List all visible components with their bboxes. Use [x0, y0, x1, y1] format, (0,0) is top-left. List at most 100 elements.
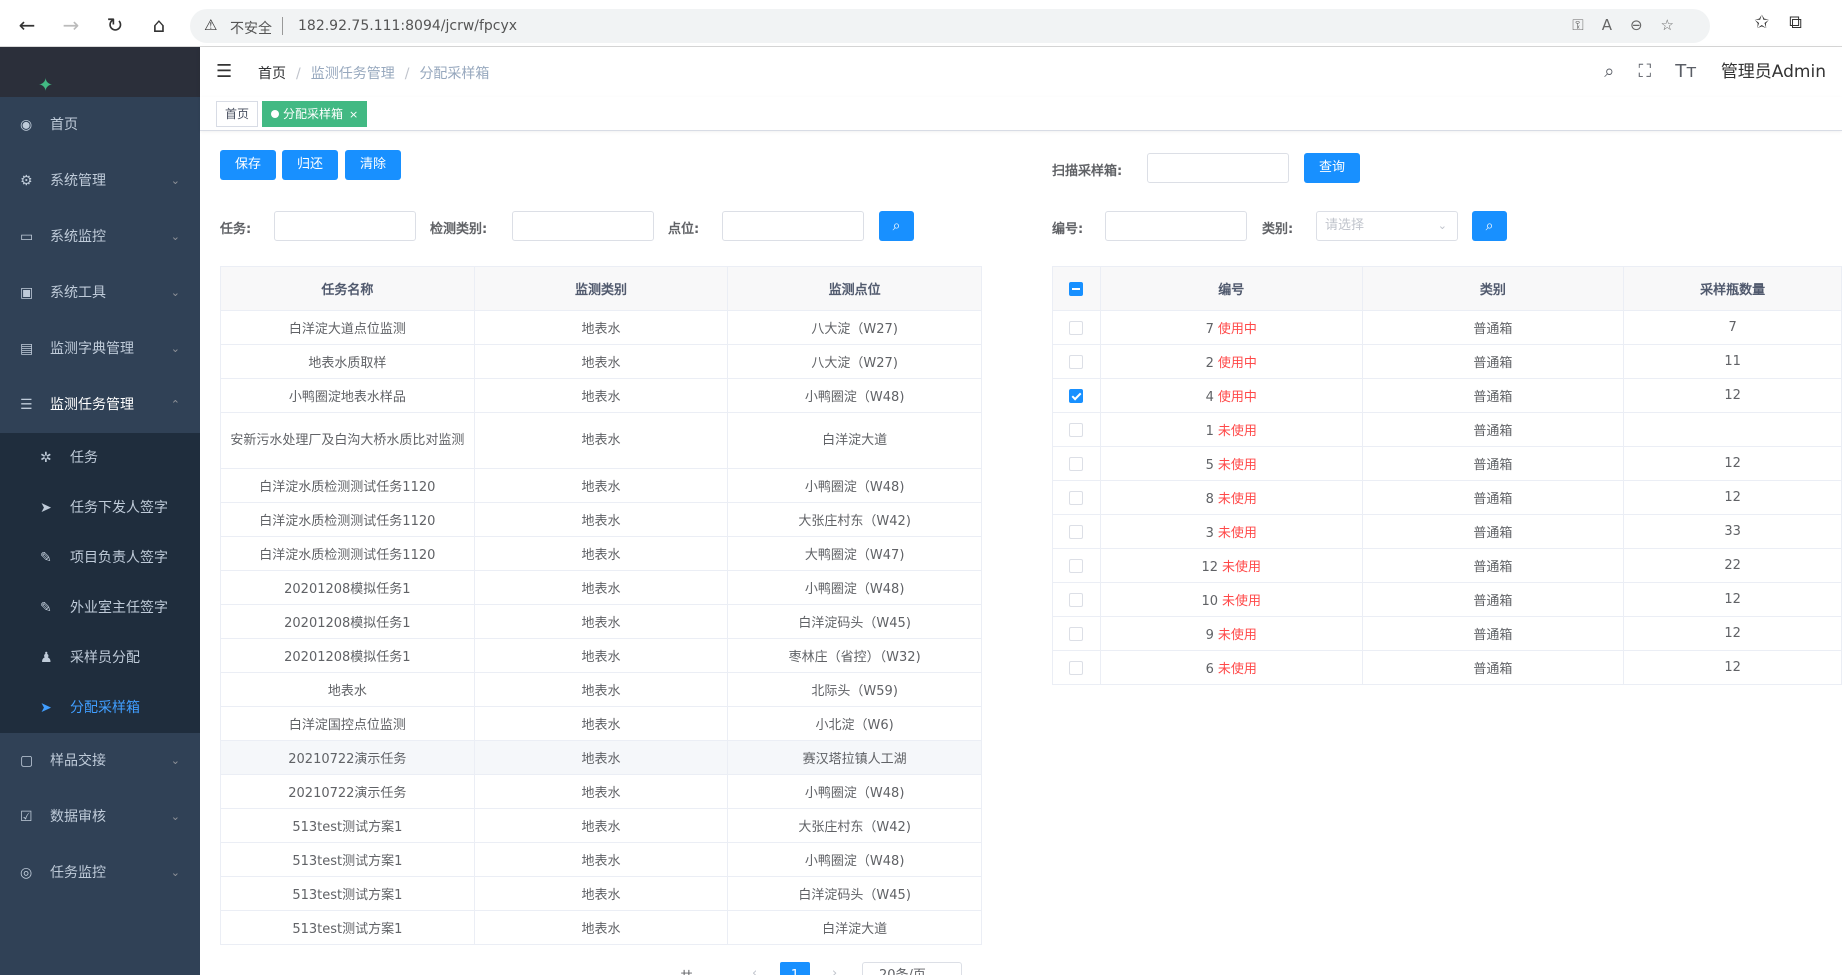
table-row[interactable]: 10 未使用 普通箱 12 — [1052, 582, 1842, 617]
fullscreen-icon[interactable]: ⛶ — [1638, 47, 1651, 97]
hamburger-icon[interactable]: ☰ — [216, 61, 232, 82]
scan-box-input[interactable] — [1147, 153, 1289, 183]
type-filter-input[interactable] — [512, 211, 654, 241]
table-row[interactable]: 白洋淀水质检测测试任务1120 地表水 大张庄村东（W42) — [220, 502, 982, 537]
return-button[interactable]: 归还 — [282, 150, 339, 180]
row-checkbox[interactable] — [1069, 456, 1084, 471]
table-row[interactable]: 白洋淀国控点位监测 地表水 小北淀（W6) — [220, 706, 982, 741]
box-code-cell: 2 使用中 — [1099, 344, 1363, 379]
address-bar-icons[interactable]: ⚿A⊖☆ — [1572, 16, 1692, 34]
sidebar-item-task-monitor[interactable]: ◎ 任务监控 ⌄ — [0, 845, 200, 901]
table-row[interactable]: 小鸭圈淀地表水样品 地表水 小鸭圈淀（W48) — [220, 378, 982, 413]
sidebar-item-task-management[interactable]: ☰ 监测任务管理 ⌃ — [0, 377, 200, 433]
box-code: 9 — [1205, 628, 1214, 643]
address-bar[interactable]: ⚠ 不安全 182.92.75.111:8094/jcrw/fpcyx ⚿A⊖☆ — [190, 9, 1710, 43]
task-name-cell: 白洋淀水质检测测试任务1120 — [220, 468, 475, 503]
browser-extension-icons[interactable]: ✩⧉ — [1754, 12, 1822, 33]
table-row[interactable]: 白洋淀水质检测测试任务1120 地表水 小鸭圈淀（W48) — [220, 468, 982, 503]
search-icon[interactable]: ⌕ — [1604, 47, 1614, 97]
table-row[interactable]: 20201208模拟任务1 地表水 枣林庄（省控）（W32) — [220, 638, 982, 673]
query-button[interactable]: 查询 — [1304, 153, 1361, 183]
table-row[interactable]: 8 未使用 普通箱 12 — [1052, 480, 1842, 515]
table-row[interactable]: 3 未使用 普通箱 33 — [1052, 514, 1842, 549]
right-search-button[interactable]: ⌕ — [1472, 211, 1507, 241]
table-row[interactable]: 2 使用中 普通箱 11 — [1052, 344, 1842, 379]
home-icon[interactable]: ⌂ — [146, 12, 172, 38]
table-row[interactable]: 20210722演示任务 地表水 小鸭圈淀（W48) — [220, 774, 982, 809]
table-row[interactable]: 4 使用中 普通箱 12 — [1052, 378, 1842, 413]
table-row[interactable]: 6 未使用 普通箱 12 — [1052, 650, 1842, 685]
gear-icon: ⚙ — [20, 173, 33, 189]
save-button[interactable]: 保存 — [220, 150, 277, 180]
reload-icon[interactable]: ↻ — [102, 12, 128, 38]
sidebar-item-tools[interactable]: ▣ 系统工具 ⌄ — [0, 265, 200, 321]
table-row[interactable]: 513test测试方案1 地表水 大张庄村东（W42) — [220, 808, 982, 843]
row-checkbox[interactable] — [1069, 626, 1084, 641]
row-checkbox[interactable] — [1069, 388, 1084, 403]
sidebar-item-issuer-sign[interactable]: ➤ 任务下发人签字 — [0, 483, 200, 533]
row-checkbox[interactable] — [1069, 558, 1084, 573]
table-row[interactable]: 20201208模拟任务1 地表水 小鸭圈淀（W48) — [220, 570, 982, 605]
url-text[interactable]: 182.92.75.111:8094/jcrw/fpcyx — [298, 18, 517, 34]
table-row[interactable]: 513test测试方案1 地表水 白洋淀码头（W45) — [220, 876, 982, 911]
sidebar-item-sampler-assign[interactable]: ♟ 采样员分配 — [0, 633, 200, 683]
table-row[interactable]: 白洋淀大道点位监测 地表水 八大淀（W27) — [220, 310, 982, 345]
prev-page-icon[interactable]: ‹ — [752, 966, 757, 975]
task-filter-input[interactable] — [274, 211, 416, 241]
next-page-icon[interactable]: › — [832, 966, 837, 975]
sidebar-item-leader-sign[interactable]: ✎ 项目负责人签字 — [0, 533, 200, 583]
table-row[interactable]: 安新污水处理厂及白沟大桥水质比对监测 地表水 白洋淀大道 — [220, 412, 982, 469]
tag-assign-box[interactable]: 分配采样箱 × — [262, 101, 368, 127]
sidebar-item-system[interactable]: ⚙ 系统管理 ⌄ — [0, 153, 200, 209]
sidebar-item-data-review[interactable]: ☑ 数据审核 ⌄ — [0, 789, 200, 845]
table-row[interactable]: 513test测试方案1 地表水 小鸭圈淀（W48) — [220, 842, 982, 877]
table-row[interactable]: 9 未使用 普通箱 12 — [1052, 616, 1842, 651]
point-filter-input[interactable] — [722, 211, 864, 241]
category-cell: 地表水 — [473, 310, 729, 345]
table-row[interactable]: 20201208模拟任务1 地表水 白洋淀码头（W45) — [220, 604, 982, 639]
scan-box-label: 扫描采样箱: — [1052, 164, 1123, 179]
chevron-down-icon: ⌄ — [170, 342, 180, 355]
row-checkbox[interactable] — [1069, 490, 1084, 505]
user-name[interactable]: 管理员Admin — [1721, 62, 1826, 82]
row-checkbox[interactable] — [1069, 320, 1084, 335]
page-size-select[interactable]: 20条/页 — [862, 962, 962, 975]
forward-icon[interactable]: → — [58, 12, 84, 38]
table-row[interactable]: 7 使用中 普通箱 7 — [1052, 310, 1842, 345]
sidebar-item-assign-box[interactable]: ➤ 分配采样箱 — [0, 683, 200, 733]
table-row[interactable]: 1 未使用 普通箱 — [1052, 412, 1842, 447]
tags-view: 首页 分配采样箱 × — [200, 97, 1842, 131]
monitor-icon: ▭ — [20, 229, 34, 245]
tag-home[interactable]: 首页 — [216, 101, 259, 127]
select-all-checkbox[interactable] — [1069, 281, 1084, 296]
clear-button[interactable]: 清除 — [345, 150, 402, 180]
category-select[interactable]: 请选择 ⌄ — [1316, 211, 1458, 241]
sidebar-item-sample-handover[interactable]: ▢ 样品交接 ⌄ — [0, 733, 200, 789]
sidebar-item-monitor[interactable]: ▭ 系统监控 ⌄ — [0, 209, 200, 265]
table-row[interactable]: 513test测试方案1 地表水 白洋淀大道 — [220, 910, 982, 945]
close-icon[interactable]: × — [349, 108, 358, 121]
code-filter-input[interactable] — [1105, 211, 1247, 241]
table-row[interactable]: 20210722演示任务 地表水 赛汉塔拉镇人工湖 — [220, 740, 982, 775]
sidebar-item-task[interactable]: ✲ 任务 — [0, 433, 200, 483]
category-filter-label: 类别: — [1262, 222, 1294, 237]
row-checkbox[interactable] — [1069, 422, 1084, 437]
table-row[interactable]: 地表水 地表水 北际头（W59) — [220, 672, 982, 707]
breadcrumb-parent: 监测任务管理 — [310, 66, 395, 82]
row-checkbox[interactable] — [1069, 524, 1084, 539]
table-row[interactable]: 地表水质取样 地表水 八大淀（W27) — [220, 344, 982, 379]
sidebar-item-director-sign[interactable]: ✎ 外业室主任签字 — [0, 583, 200, 633]
breadcrumb-home[interactable]: 首页 — [258, 66, 286, 82]
sidebar-item-home[interactable]: ◉ 首页 — [0, 97, 200, 153]
font-size-icon[interactable]: Tт — [1675, 47, 1696, 97]
row-checkbox[interactable] — [1069, 660, 1084, 675]
table-row[interactable]: 5 未使用 普通箱 12 — [1052, 446, 1842, 481]
sidebar-item-dictionary[interactable]: ▤ 监测字典管理 ⌄ — [0, 321, 200, 377]
table-row[interactable]: 12 未使用 普通箱 22 — [1052, 548, 1842, 583]
table-row[interactable]: 白洋淀水质检测测试任务1120 地表水 大鸭圈淀（W47) — [220, 536, 982, 571]
back-icon[interactable]: ← — [14, 12, 40, 38]
left-search-button[interactable]: ⌕ — [879, 211, 914, 241]
row-checkbox[interactable] — [1069, 592, 1084, 607]
row-checkbox[interactable] — [1069, 354, 1084, 369]
page-number[interactable]: 1 — [780, 962, 810, 975]
